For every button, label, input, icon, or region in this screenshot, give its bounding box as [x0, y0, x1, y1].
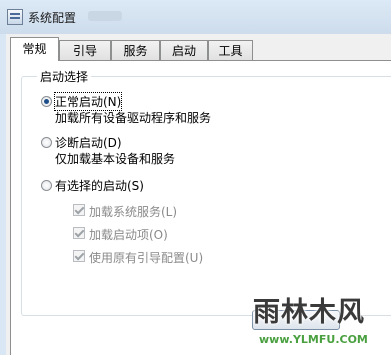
diagnostic-startup-radio[interactable] — [41, 137, 52, 148]
diagnostic-startup-label[interactable]: 诊断启动(D) — [55, 134, 122, 151]
tab-boot[interactable]: 引导 — [59, 40, 111, 60]
selective-startup-radio[interactable] — [41, 180, 52, 191]
tab-services[interactable]: 服务 — [111, 40, 160, 60]
watermark-logo: 雨林木风 — [253, 297, 365, 328]
tab-startup[interactable]: 启动 — [160, 40, 208, 60]
load-system-services-checkbox[interactable] — [73, 204, 85, 216]
group-title: 启动选择 — [37, 68, 92, 85]
load-startup-items-checkbox[interactable] — [73, 227, 85, 239]
load-system-services-label: 加载系统服务(L) — [89, 205, 178, 219]
use-original-boot-config-label: 使用原有引导配置(U) — [89, 251, 204, 265]
selective-startup-label[interactable]: 有选择的启动(S) — [55, 177, 144, 194]
load-startup-items-label: 加载启动项(O) — [89, 228, 168, 242]
normal-startup-description: 加载所有设备驱动程序和服务 — [55, 111, 212, 125]
diagnostic-startup-description: 仅加载基本设备和服务 — [55, 152, 176, 166]
title-blur — [88, 11, 122, 21]
tab-tools[interactable]: 工具 — [208, 40, 253, 60]
normal-startup-label[interactable]: 正常启动(N) — [53, 92, 123, 111]
tab-general[interactable]: 常规 — [10, 37, 59, 61]
normal-startup-radio[interactable] — [41, 96, 52, 107]
use-original-boot-config-checkbox[interactable] — [73, 250, 85, 262]
title-bar[interactable]: 系统配置 — [0, 0, 391, 34]
watermark-url: www.YLMFU.COM — [259, 333, 368, 346]
system-config-icon — [7, 9, 23, 25]
window-title: 系统配置 — [28, 11, 77, 25]
